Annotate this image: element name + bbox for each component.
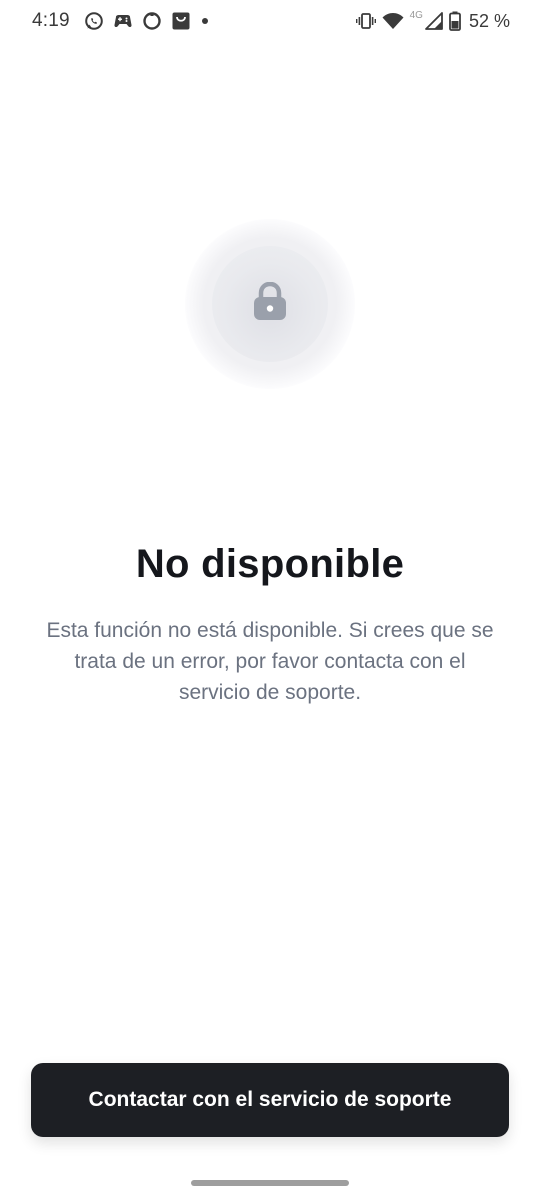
battery-percent: 52 % [468,10,510,31]
page-title: No disponible [135,542,405,586]
status-time: 4:19 [32,10,70,31]
unavailable-message: Esta función no está disponible. Si cree… [46,619,494,704]
wifi-icon [382,12,404,30]
game-controller-icon [113,12,133,30]
vibrate-icon [355,12,376,30]
shopping-bag-icon [171,11,191,31]
status-right: 4G 52 % [355,9,510,32]
status-left: 4:19 [32,10,219,32]
lock-icon [252,281,288,327]
circle-app-icon [142,11,162,31]
status-bar: 4:19 4G 52 % [0,0,540,42]
lock-badge [212,246,328,362]
screen: 4:19 4G 52 % No disponible Esta función … [0,0,540,1200]
home-indicator[interactable] [191,1180,349,1186]
whatsapp-icon [84,11,104,31]
dot-icon [200,16,210,26]
signal-icon [425,12,443,30]
battery-icon [449,11,461,31]
contact-support-button[interactable]: Contactar con el servicio de soporte [31,1063,509,1137]
network-label: 4G [409,9,423,21]
